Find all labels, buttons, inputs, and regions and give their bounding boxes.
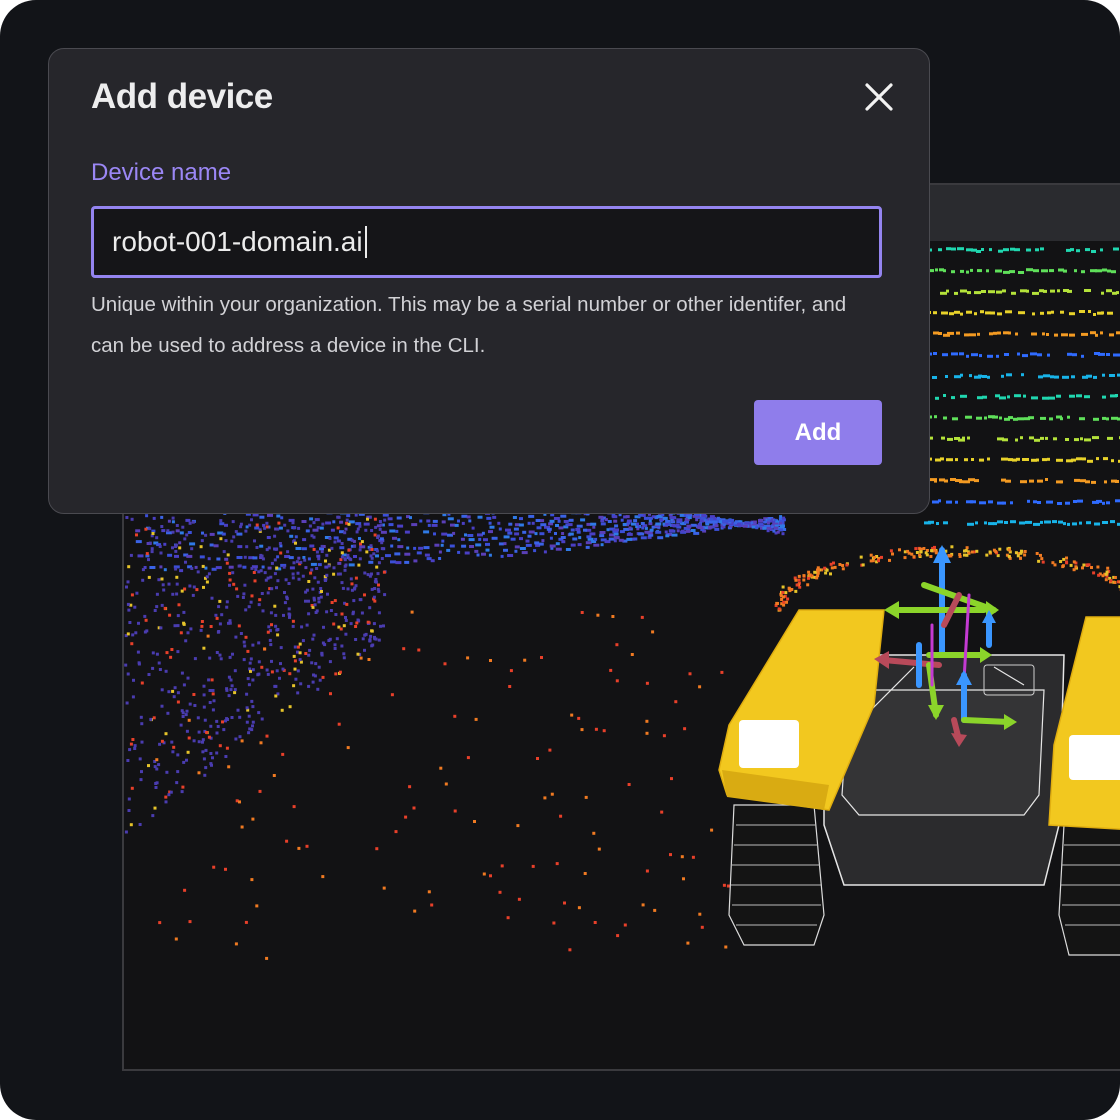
robot-model: [718, 545, 1120, 956]
add-button[interactable]: Add: [754, 400, 882, 465]
device-name-input[interactable]: robot-001-domain.ai: [91, 206, 882, 278]
close-button[interactable]: [859, 77, 899, 117]
add-device-dialog: Add device Device name robot-001-domain.…: [48, 48, 930, 514]
device-name-help-text: Unique within your organization. This ma…: [91, 293, 847, 357]
device-name-value: robot-001-domain.ai: [112, 226, 363, 257]
device-name-label: Device name: [91, 159, 232, 186]
close-icon: [865, 83, 893, 111]
app-frame: Add device Device name robot-001-domain.…: [0, 0, 1120, 1120]
text-caret: [364, 226, 367, 258]
dialog-title: Add device: [91, 77, 273, 116]
